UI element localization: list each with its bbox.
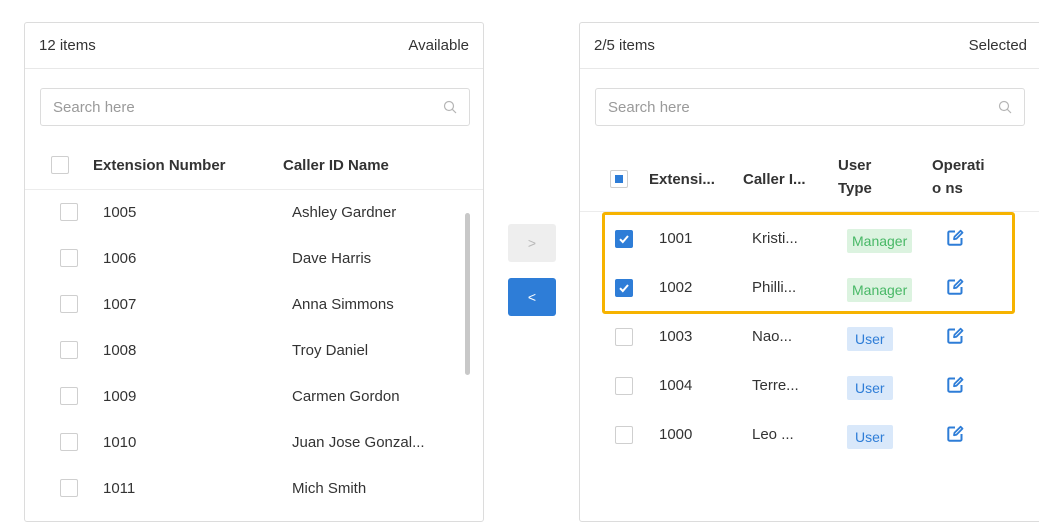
- extension-number: 1008: [103, 342, 137, 359]
- extension-number: 1006: [103, 250, 137, 267]
- table-row[interactable]: 1002 Philli... Manager: [580, 265, 1039, 314]
- caller-id-name: Ashley Gardner: [292, 204, 397, 221]
- row-checkbox[interactable]: [60, 433, 78, 451]
- row-checkbox[interactable]: [60, 203, 78, 221]
- selected-count: 2/5 items: [594, 37, 655, 54]
- caller-id-name: Nao...: [752, 328, 793, 345]
- row-checkbox[interactable]: [615, 328, 633, 346]
- column-header-operations: Operatio ns: [932, 157, 985, 197]
- table-row[interactable]: 1011 Mich Smith: [25, 467, 483, 513]
- extension-number: 1004: [659, 377, 693, 394]
- search-icon[interactable]: [443, 100, 457, 114]
- chevron-left-icon: <: [527, 289, 537, 305]
- available-search-box: [40, 88, 470, 126]
- row-checkbox[interactable]: [60, 341, 78, 359]
- extension-number: 1011: [103, 480, 136, 497]
- available-panel-header: 12 items Available: [25, 23, 483, 69]
- selected-title: Selected: [968, 37, 1027, 54]
- caller-id-name: Carmen Gordon: [292, 388, 400, 405]
- available-table-header: Extension Number Caller ID Name: [25, 150, 483, 190]
- table-row[interactable]: 1009 Carmen Gordon: [25, 375, 483, 421]
- column-header-user-type[interactable]: User Type: [838, 154, 888, 200]
- table-row[interactable]: 1010 Juan Jose Gonzal...: [25, 421, 483, 467]
- selected-search-box: [595, 88, 1025, 126]
- table-row[interactable]: 1004 Terre... User: [580, 363, 1039, 412]
- caller-id-name: Kristi...: [752, 230, 798, 247]
- row-checkbox[interactable]: [615, 426, 633, 444]
- selected-panel-header: 2/5 items Selected: [580, 23, 1039, 69]
- extension-number: 1000: [659, 426, 693, 443]
- extension-number: 1003: [659, 328, 693, 345]
- edit-icon[interactable]: [946, 425, 964, 443]
- table-row[interactable]: 1000 Leo ... User: [580, 412, 1039, 461]
- caller-id-name: Troy Daniel: [292, 342, 369, 359]
- move-to-available-button[interactable]: <: [508, 278, 556, 316]
- row-checkbox[interactable]: [615, 377, 633, 395]
- caller-id-name: Mich Smith: [292, 480, 367, 497]
- caller-id-name: Anna Simmons: [292, 296, 394, 313]
- user-type-badge: User: [847, 425, 893, 449]
- caller-id-name: Leo ...: [752, 426, 794, 443]
- row-checkbox[interactable]: [60, 249, 78, 267]
- edit-icon[interactable]: [946, 278, 964, 296]
- table-row[interactable]: 1001 Kristi... Manager: [580, 216, 1039, 265]
- move-to-selected-button[interactable]: >: [508, 224, 556, 262]
- row-checkbox[interactable]: [60, 479, 78, 497]
- edit-icon[interactable]: [946, 229, 964, 247]
- column-header-caller-id[interactable]: Caller I...: [743, 171, 806, 188]
- extension-number: 1001: [659, 230, 693, 247]
- user-type-badge: User: [847, 327, 893, 351]
- selected-panel: 2/5 items Selected Extensi... Caller I..…: [579, 22, 1039, 522]
- extension-number: 1009: [103, 388, 137, 405]
- caller-id-name: Dave Harris: [292, 250, 372, 267]
- table-row[interactable]: 1008 Troy Daniel: [25, 329, 483, 375]
- extension-number: 1010: [103, 434, 137, 451]
- row-checkbox-checked[interactable]: [615, 279, 633, 297]
- row-checkbox[interactable]: [60, 387, 78, 405]
- caller-id-name: Terre...: [752, 377, 799, 394]
- extension-number: 1005: [103, 204, 137, 221]
- select-all-selected-checkbox[interactable]: [610, 170, 628, 188]
- caller-id-name: Juan Jose Gonzal...: [292, 434, 425, 451]
- caller-id-name: Philli...: [752, 279, 797, 296]
- user-type-badge: Manager: [847, 278, 913, 302]
- edit-icon[interactable]: [946, 376, 964, 394]
- column-header-extension-number[interactable]: Extension Number: [93, 157, 226, 174]
- extension-number: 1007: [103, 296, 137, 313]
- table-row[interactable]: 1007 Anna Simmons: [25, 283, 483, 329]
- available-panel: 12 items Available Extension Number Call…: [24, 22, 484, 522]
- available-search-input[interactable]: [53, 98, 443, 116]
- row-checkbox-checked[interactable]: [615, 230, 633, 248]
- selected-table-header: Extensi... Caller I... User Type Operati…: [580, 150, 1039, 212]
- select-all-available-checkbox[interactable]: [51, 156, 69, 174]
- extension-number: 1002: [659, 279, 693, 296]
- search-icon[interactable]: [998, 100, 1012, 114]
- available-count: 12 items: [39, 37, 96, 54]
- available-scrollbar[interactable]: [465, 213, 470, 375]
- table-row[interactable]: 1003 Nao... User: [580, 314, 1039, 363]
- selected-search-input[interactable]: [608, 98, 998, 116]
- available-table-body: 1005 Ashley Gardner 1006 Dave Harris 100…: [25, 191, 483, 521]
- chevron-right-icon: >: [527, 235, 537, 251]
- column-header-extension[interactable]: Extensi...: [649, 171, 715, 188]
- user-type-badge: Manager: [847, 229, 913, 253]
- row-checkbox[interactable]: [60, 295, 78, 313]
- user-type-badge: User: [847, 376, 893, 400]
- table-row[interactable]: 1006 Dave Harris: [25, 237, 483, 283]
- column-header-caller-id-name[interactable]: Caller ID Name: [283, 157, 389, 174]
- edit-icon[interactable]: [946, 327, 964, 345]
- available-title: Available: [408, 37, 469, 54]
- table-row[interactable]: 1005 Ashley Gardner: [25, 191, 483, 237]
